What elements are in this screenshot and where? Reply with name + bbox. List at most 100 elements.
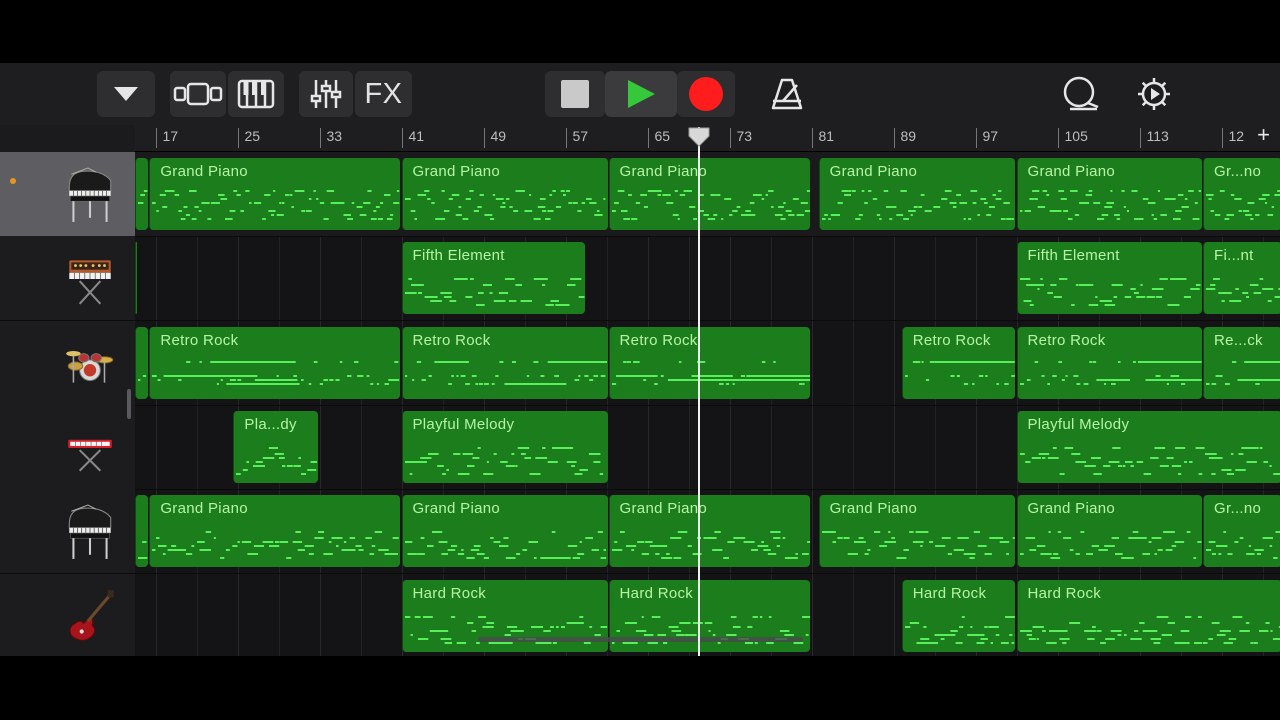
midi-region[interactable]: Retro Rock [901,326,1016,399]
bar-number: 17 [162,128,179,144]
track-lane[interactable]: Pla...dy Playful Melody Playful Melody [135,405,1280,490]
midi-region[interactable]: Grand Piano [608,158,811,230]
midi-region[interactable]: Grand Piano [149,495,401,568]
track-lane[interactable]: Grand Piano Grand Piano Grand Piano Grand P… [135,152,1280,237]
bar-number: 12 [1228,128,1245,144]
tracks-view-icon [173,82,223,106]
region-name: Retro Rock [912,331,991,349]
bar-tick [1221,128,1223,148]
midi-region[interactable]: Grand Piano [818,495,1016,568]
loop-browser-button[interactable] [1055,71,1105,117]
record-button[interactable] [677,71,735,117]
midi-region[interactable]: Retro Rock [149,326,401,399]
region-name: Grand Piano [412,163,501,180]
midi-region[interactable]: Gr...no [1203,495,1280,568]
region-name: Hard Rock [412,584,487,602]
midi-region[interactable] [135,495,149,568]
mixer-button[interactable] [299,71,353,117]
midi-region[interactable]: Grand Piano [1016,158,1203,230]
region-name: Re...ck [1214,331,1263,349]
track-header[interactable] [0,152,135,237]
midi-region[interactable]: Grand Piano [1016,495,1203,568]
midi-region[interactable]: Retro Rock [1016,326,1203,399]
midi-region[interactable]: Pla...dy [233,410,319,483]
browser-dropdown-button[interactable] [97,71,155,117]
bar-number: 97 [982,128,999,144]
midi-region[interactable] [135,242,138,315]
fx-label: FX [364,77,403,110]
record-enable-indicator [10,178,16,184]
bar-tick [729,128,731,148]
metronome-button[interactable] [760,71,814,117]
synthesizer-icon [69,260,111,305]
midi-region[interactable]: Hard Rock [1016,579,1280,652]
track-header[interactable] [0,320,135,406]
track-lane[interactable]: Hard Rock Hard Rock Hard Rock Hard Rock [135,574,1280,657]
stop-button[interactable] [545,71,605,117]
track-lane[interactable]: Grand Piano Grand Piano Grand Piano Grand P… [135,489,1280,575]
metronome-icon [771,78,803,110]
region-name: Grand Piano [412,500,501,518]
region-name: Grand Piano [619,163,708,180]
midi-region[interactable]: Fifth Element [1016,242,1203,315]
track-header[interactable] [0,573,135,656]
track-header[interactable] [0,489,135,575]
midi-region[interactable]: Grand Piano [608,495,811,568]
midi-region[interactable]: Hard Rock [901,579,1016,652]
bar-tick [893,128,895,148]
play-button[interactable] [605,71,677,117]
midi-region[interactable] [135,326,149,399]
region-name: Grand Piano [1027,500,1116,518]
tracks-view-button[interactable] [170,71,226,117]
bar-tick [319,128,321,148]
track-lane[interactable]: Retro Rock Retro Rock Retro Rock Retro Rock… [135,321,1280,406]
vertical-scrollbar[interactable] [127,389,131,419]
midi-region[interactable]: Grand Piano [818,158,1016,230]
midi-region[interactable]: Grand Piano [149,158,401,230]
region-name: Retro Rock [619,331,698,349]
sliders-icon [310,80,342,108]
bar-tick [237,128,239,148]
midi-region[interactable]: Grand Piano [401,158,608,230]
bar-number: 33 [326,128,343,144]
midi-notes [138,541,148,560]
drum-kit-icon [66,350,114,383]
midi-region[interactable]: Fifth Element [401,242,585,315]
settings-button[interactable] [1130,71,1178,117]
playhead-handle[interactable] [687,126,711,148]
bar-number: 89 [900,128,917,144]
region-name: Retro Rock [1027,331,1106,349]
record-icon [689,77,723,111]
midi-region[interactable]: Retro Rock [401,326,608,399]
midi-region[interactable]: Retro Rock [608,326,811,399]
region-name: Grand Piano [1027,163,1116,180]
add-section-button[interactable]: + [1257,122,1270,148]
fx-button[interactable]: FX [355,71,412,117]
midi-region[interactable]: Grand Piano [401,495,608,568]
track-header[interactable] [0,404,135,490]
electric-guitar-icon [69,589,114,641]
track-headers [0,152,135,656]
instrument-view-button[interactable] [228,71,284,117]
midi-region[interactable]: Fi...nt [1203,242,1280,315]
region-name: Playful Melody [412,415,515,433]
bar-tick [811,128,813,148]
bar-tick [483,128,485,148]
midi-region[interactable]: Gr...no [1203,158,1280,230]
region-name: Hard Rock [619,584,694,602]
region-name: Grand Piano [829,163,918,180]
midi-region[interactable]: Re...ck [1203,326,1280,399]
track-lane[interactable]: Fifth Element Fifth Element Fi...nt [135,236,1280,322]
bar-number: 73 [736,128,753,144]
midi-region[interactable]: Playful Melody [401,410,608,483]
horizontal-scrollbar[interactable] [478,637,803,642]
bar-tick [975,128,977,148]
region-name: Gr...no [1214,500,1262,518]
bar-number: 105 [1064,128,1088,144]
midi-region[interactable] [135,158,149,230]
bar-number: 57 [572,128,589,144]
track-header[interactable] [0,236,135,322]
region-name: Fifth Element [1027,247,1120,265]
midi-region[interactable]: Playful Melody [1016,410,1280,483]
region-name: Pla...dy [244,415,297,433]
